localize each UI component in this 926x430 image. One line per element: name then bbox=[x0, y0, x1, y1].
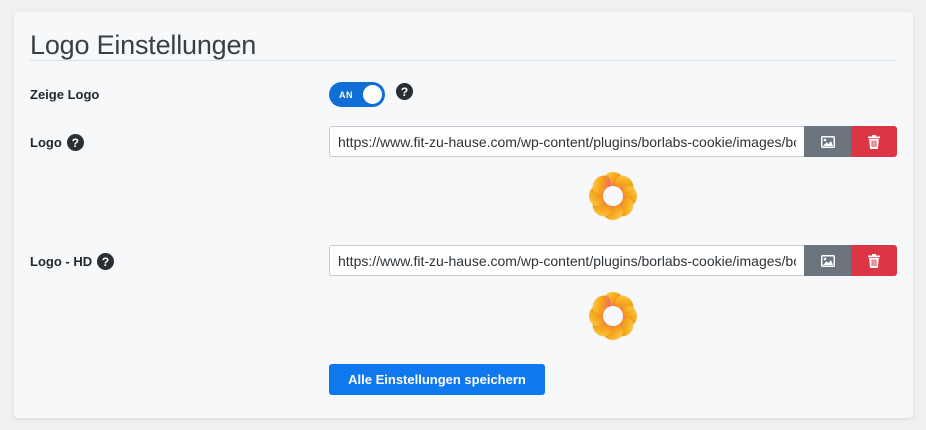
logo-media-button[interactable] bbox=[804, 126, 851, 157]
logo-hd-label-text: Logo - HD bbox=[30, 254, 93, 269]
logo-label: Logo ? bbox=[30, 134, 84, 151]
trash-icon bbox=[868, 253, 880, 268]
logo-hd-preview-image bbox=[589, 292, 637, 340]
logo-hd-help-icon[interactable]: ? bbox=[97, 253, 115, 270]
logo-url-input[interactable] bbox=[329, 126, 804, 157]
show-logo-help-icon[interactable]: ? bbox=[396, 83, 413, 100]
logo-hd-media-button[interactable] bbox=[804, 245, 851, 276]
title-divider bbox=[30, 60, 897, 61]
show-logo-label-text: Zeige Logo bbox=[30, 87, 100, 102]
logo-hd-url-input[interactable] bbox=[329, 245, 804, 276]
logo-label-text: Logo bbox=[30, 135, 62, 150]
logo-delete-button[interactable] bbox=[851, 126, 897, 157]
image-icon bbox=[820, 254, 835, 267]
logo-settings-panel: Logo Einstellungen Zeige Logo AN ? Logo … bbox=[14, 12, 913, 418]
logo-hd-delete-button[interactable] bbox=[851, 245, 897, 276]
logo-help-icon[interactable]: ? bbox=[66, 134, 84, 151]
image-icon bbox=[820, 135, 835, 148]
logo-preview-image bbox=[589, 172, 637, 220]
save-all-settings-button[interactable]: Alle Einstellungen speichern bbox=[329, 364, 545, 395]
logo-input-group bbox=[329, 126, 897, 157]
show-logo-toggle[interactable]: AN bbox=[329, 82, 385, 107]
trash-icon bbox=[868, 134, 880, 149]
toggle-knob bbox=[363, 85, 382, 104]
toggle-state-text: AN bbox=[339, 90, 353, 100]
logo-hd-label: Logo - HD ? bbox=[30, 253, 115, 270]
show-logo-label: Zeige Logo bbox=[30, 87, 99, 102]
section-title: Logo Einstellungen bbox=[30, 30, 257, 60]
logo-hd-input-group bbox=[329, 245, 897, 276]
